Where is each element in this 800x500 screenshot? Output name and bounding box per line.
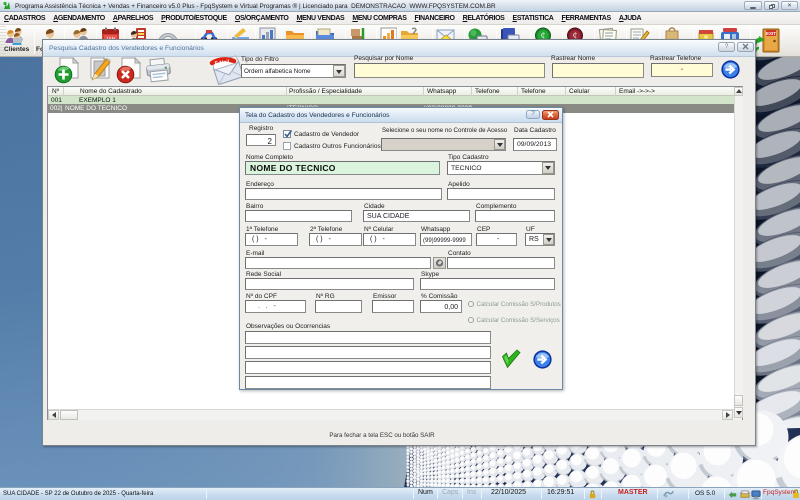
svg-text:EXIT: EXIT [766,31,776,36]
